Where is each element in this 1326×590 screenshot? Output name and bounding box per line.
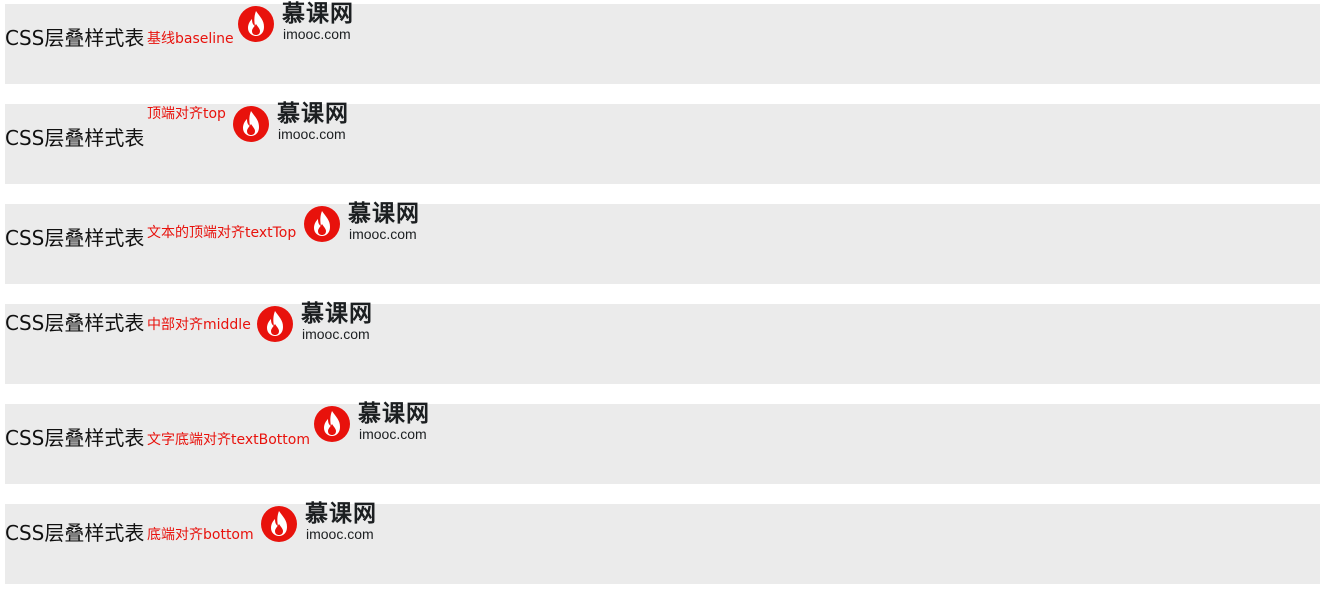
main-text: CSS层叠样式表	[5, 26, 145, 50]
main-text: CSS层叠样式表	[5, 126, 145, 150]
align-label: 基线baseline	[147, 31, 234, 47]
logo-chinese-text: 慕课网	[305, 501, 377, 527]
logo-domain-text: imooc.com	[306, 526, 374, 542]
imooc-logo: 慕课网 imooc.com	[232, 101, 362, 144]
align-label: 中部对齐middle	[147, 317, 251, 333]
demo-row-baseline: CSS层叠样式表 基线baseline 慕课网 imooc.com	[5, 1, 1320, 84]
main-text: CSS层叠样式表	[5, 311, 145, 335]
main-text: CSS层叠样式表	[5, 426, 145, 450]
logo-chinese-text: 慕课网	[282, 1, 354, 27]
imooc-logo: 慕课网 imooc.com	[303, 201, 433, 244]
logo-domain-text: imooc.com	[302, 326, 370, 342]
demo-row-top: CSS层叠样式表 顶端对齐top 慕课网 imooc.com	[5, 101, 1320, 184]
logo-chinese-text: 慕课网	[358, 401, 430, 427]
main-text: CSS层叠样式表	[5, 521, 145, 545]
demo-row-bottom: CSS层叠样式表 底端对齐bottom 慕课网 imooc.com	[5, 501, 1320, 584]
imooc-logo: 慕课网 imooc.com	[313, 401, 443, 444]
logo-chinese-text: 慕课网	[348, 201, 420, 227]
logo-domain-text: imooc.com	[359, 426, 427, 442]
main-text: CSS层叠样式表	[5, 226, 145, 250]
align-label: 顶端对齐top	[147, 106, 226, 122]
align-label: 底端对齐bottom	[147, 527, 254, 543]
imooc-logo: 慕课网 imooc.com	[256, 301, 386, 344]
imooc-logo: 慕课网 imooc.com	[260, 501, 390, 544]
demo-row-middle: CSS层叠样式表 中部对齐middle 慕课网 imooc.com	[5, 301, 1320, 384]
logo-domain-text: imooc.com	[349, 226, 417, 242]
align-label: 文本的顶端对齐textTop	[147, 225, 297, 241]
demo-row-textbottom: CSS层叠样式表 文字底端对齐textBottom 慕课网 imooc.com	[5, 401, 1320, 484]
demo-row-texttop: CSS层叠样式表 文本的顶端对齐textTop 慕课网 imooc.com	[5, 201, 1320, 284]
imooc-logo: 慕课网 imooc.com	[237, 1, 367, 44]
logo-domain-text: imooc.com	[283, 26, 351, 42]
logo-chinese-text: 慕课网	[277, 101, 349, 127]
logo-chinese-text: 慕课网	[301, 301, 373, 327]
logo-domain-text: imooc.com	[278, 126, 346, 142]
align-label: 文字底端对齐textBottom	[147, 432, 310, 448]
